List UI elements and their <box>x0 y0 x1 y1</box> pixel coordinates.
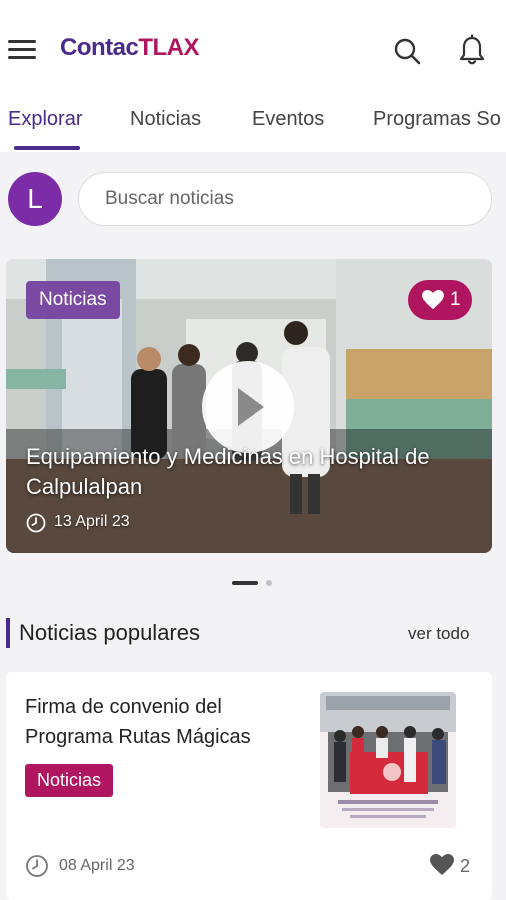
category-badge: Noticias <box>26 281 120 319</box>
featured-news-card[interactable]: Noticias 1 Equipamiento y Medicinas en H… <box>6 259 492 553</box>
search-icon[interactable] <box>392 36 422 66</box>
play-icon <box>238 388 264 426</box>
heart-icon <box>430 854 454 875</box>
bell-icon[interactable] <box>458 34 486 66</box>
news-card-like-button[interactable]: 2 <box>430 854 478 878</box>
play-button[interactable] <box>202 361 294 453</box>
tab-programas[interactable]: Programas So <box>373 108 501 131</box>
clock-icon <box>26 513 46 533</box>
tab-eventos[interactable]: Eventos <box>252 108 324 131</box>
heart-icon <box>422 290 444 310</box>
tab-explorar[interactable]: Explorar <box>8 108 82 131</box>
news-card[interactable]: Firma de convenio del Programa Rutas Mág… <box>6 672 492 900</box>
active-tab-indicator <box>14 146 80 150</box>
tab-noticias[interactable]: Noticias <box>130 108 201 131</box>
section-title: Noticias populares <box>19 620 200 645</box>
like-button[interactable]: 1 <box>408 280 472 320</box>
featured-date-text: 13 April 23 <box>54 513 130 530</box>
see-all-link[interactable]: ver todo <box>408 624 469 644</box>
featured-title: Equipamiento y Medicinas en Hospital de … <box>26 444 430 499</box>
news-card-like-count: 2 <box>460 856 471 876</box>
news-card-date-text: 08 April 23 <box>59 857 135 874</box>
like-count: 1 <box>450 289 461 310</box>
avatar[interactable]: L <box>8 172 62 226</box>
clock-icon <box>26 855 48 877</box>
search-input[interactable] <box>78 172 492 226</box>
carousel-dot[interactable] <box>266 580 272 586</box>
carousel-dot-active[interactable] <box>232 581 258 585</box>
app-bar: ContacTLAX <box>0 0 506 100</box>
news-card-category-badge: Noticias <box>25 764 114 797</box>
category-tabs: Explorar Noticias Eventos Programas So <box>0 100 506 152</box>
news-card-title: Firma de convenio del Programa Rutas Mág… <box>25 696 251 748</box>
logo-text-contac: Contac <box>60 34 139 61</box>
app-logo: ContacTLAX <box>60 34 200 62</box>
menu-icon[interactable] <box>8 38 38 62</box>
section-accent-bar <box>6 618 10 648</box>
main-content: L Noticias <box>0 152 506 900</box>
news-card-thumbnail <box>320 692 456 828</box>
carousel-indicator <box>232 580 276 586</box>
logo-text-tlax: TLAX <box>138 34 200 61</box>
